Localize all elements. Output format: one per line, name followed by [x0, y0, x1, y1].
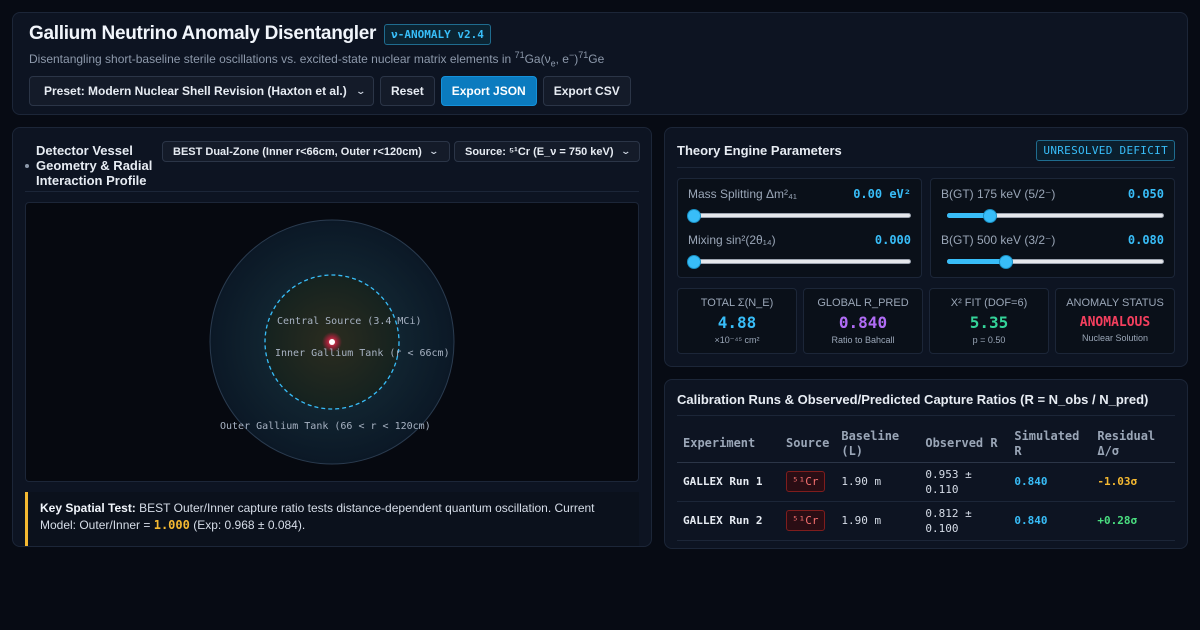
- bgt-175-slider[interactable]: [941, 209, 1164, 223]
- param-mass-splitting: Mass Splitting Δm²₄₁ 0.00 eV²: [687, 187, 911, 233]
- bullet-icon: [25, 163, 29, 168]
- col-baseline[interactable]: Baseline (L): [835, 426, 920, 463]
- app-subtitle: Disentangling short-baseline sterile osc…: [29, 50, 605, 69]
- stat-global-ratio: GLOBAL R_PRED 0.840 Ratio to Bahcall: [803, 288, 923, 354]
- deficit-badge: UNRESOLVED DEFICIT: [1036, 140, 1175, 161]
- calibration-panel: Calibration Runs & Observed/Predicted Ca…: [664, 379, 1188, 549]
- col-observed[interactable]: Observed R: [919, 426, 1009, 463]
- slider-thumb[interactable]: [983, 209, 998, 223]
- outer-tank-label: Outer Gallium Tank (66 < r < 120cm): [220, 421, 431, 432]
- version-badge: ν-ANOMALY v2.4: [384, 23, 491, 45]
- theory-title: Theory Engine Parameters: [677, 143, 842, 158]
- mass-splitting-slider[interactable]: [687, 209, 911, 223]
- chevron-down-icon: ⌄: [428, 146, 439, 156]
- stat-chi-square: X² FIT (DOF=6) 5.35 p = 0.50: [929, 288, 1049, 354]
- source-select[interactable]: Source: ⁵¹Cr (E_ν = 750 keV) ⌄: [454, 141, 640, 162]
- detector-visualization: Central Source (3.4 MCi) Inner Gallium T…: [25, 202, 639, 482]
- inner-tank-label: Inner Gallium Tank (r < 66cm): [275, 348, 450, 359]
- detector-panel: Detector Vessel Geometry & Radial Intera…: [12, 127, 652, 547]
- source-tag: ⁵¹Cr: [786, 510, 825, 531]
- preset-select[interactable]: Preset: Modern Nuclear Shell Revision (H…: [29, 76, 374, 107]
- reset-button[interactable]: Reset: [380, 76, 435, 107]
- detector-title: Detector Vessel Geometry & Radial Intera…: [36, 143, 153, 188]
- bgt-500-slider[interactable]: [941, 255, 1164, 269]
- nuclear-params: B(GT) 175 keV (5/2⁻) 0.050 B(GT) 500 keV …: [930, 178, 1175, 278]
- col-experiment[interactable]: Experiment: [677, 426, 780, 463]
- param-mixing: Mixing sin²(2θ₁₄) 0.000: [687, 233, 911, 279]
- export-json-button[interactable]: Export JSON: [440, 76, 537, 107]
- col-simulated[interactable]: Simulated R: [1008, 426, 1092, 463]
- chevron-down-icon: ⌄: [620, 146, 631, 156]
- source-tag: ⁵¹Cr: [786, 471, 825, 492]
- chevron-down-icon: ⌄: [355, 85, 366, 96]
- stat-total-cross-section: TOTAL Σ(N_E) 4.88 ×10⁻⁴⁵ cm²: [677, 288, 797, 354]
- source-label: Central Source (3.4 MCi): [277, 316, 422, 327]
- calibration-title: Calibration Runs & Observed/Predicted Ca…: [677, 392, 1175, 416]
- theory-panel: Theory Engine Parameters UNRESOLVED DEFI…: [664, 127, 1188, 367]
- table-header-row: Experiment Source Baseline (L) Observed …: [677, 426, 1175, 463]
- mixing-slider[interactable]: [687, 255, 911, 269]
- slider-thumb[interactable]: [687, 209, 701, 223]
- calibration-table: Experiment Source Baseline (L) Observed …: [677, 426, 1175, 541]
- spatial-test-note: Key Spatial Test: BEST Outer/Inner captu…: [25, 492, 639, 546]
- stat-anomaly-status: ANOMALY STATUS ANOMALOUS Nuclear Solutio…: [1055, 288, 1175, 354]
- export-csv-button[interactable]: Export CSV: [542, 76, 631, 107]
- table-row[interactable]: GALLEX Run 2 ⁵¹Cr 1.90 m 0.812 ± 0.100 0…: [677, 501, 1175, 541]
- app-header: Gallium Neutrino Anomaly Disentangler ν-…: [12, 12, 1188, 115]
- central-source: [329, 339, 335, 345]
- slider-thumb[interactable]: [998, 255, 1013, 269]
- slider-thumb[interactable]: [687, 255, 701, 269]
- param-bgt-500: B(GT) 500 keV (3/2⁻) 0.080: [941, 233, 1164, 279]
- col-residual[interactable]: Residual Δ/σ: [1091, 426, 1175, 463]
- geometry-select[interactable]: BEST Dual-Zone (Inner r<66cm, Outer r<12…: [162, 141, 450, 162]
- param-bgt-175: B(GT) 175 keV (5/2⁻) 0.050: [941, 187, 1164, 233]
- table-row[interactable]: GALLEX Run 1 ⁵¹Cr 1.90 m 0.953 ± 0.110 0…: [677, 462, 1175, 502]
- oscillation-params: Mass Splitting Δm²₄₁ 0.00 eV² Mixing sin²…: [677, 178, 922, 278]
- app-title: Gallium Neutrino Anomaly Disentangler: [29, 23, 377, 44]
- col-source[interactable]: Source: [780, 426, 836, 463]
